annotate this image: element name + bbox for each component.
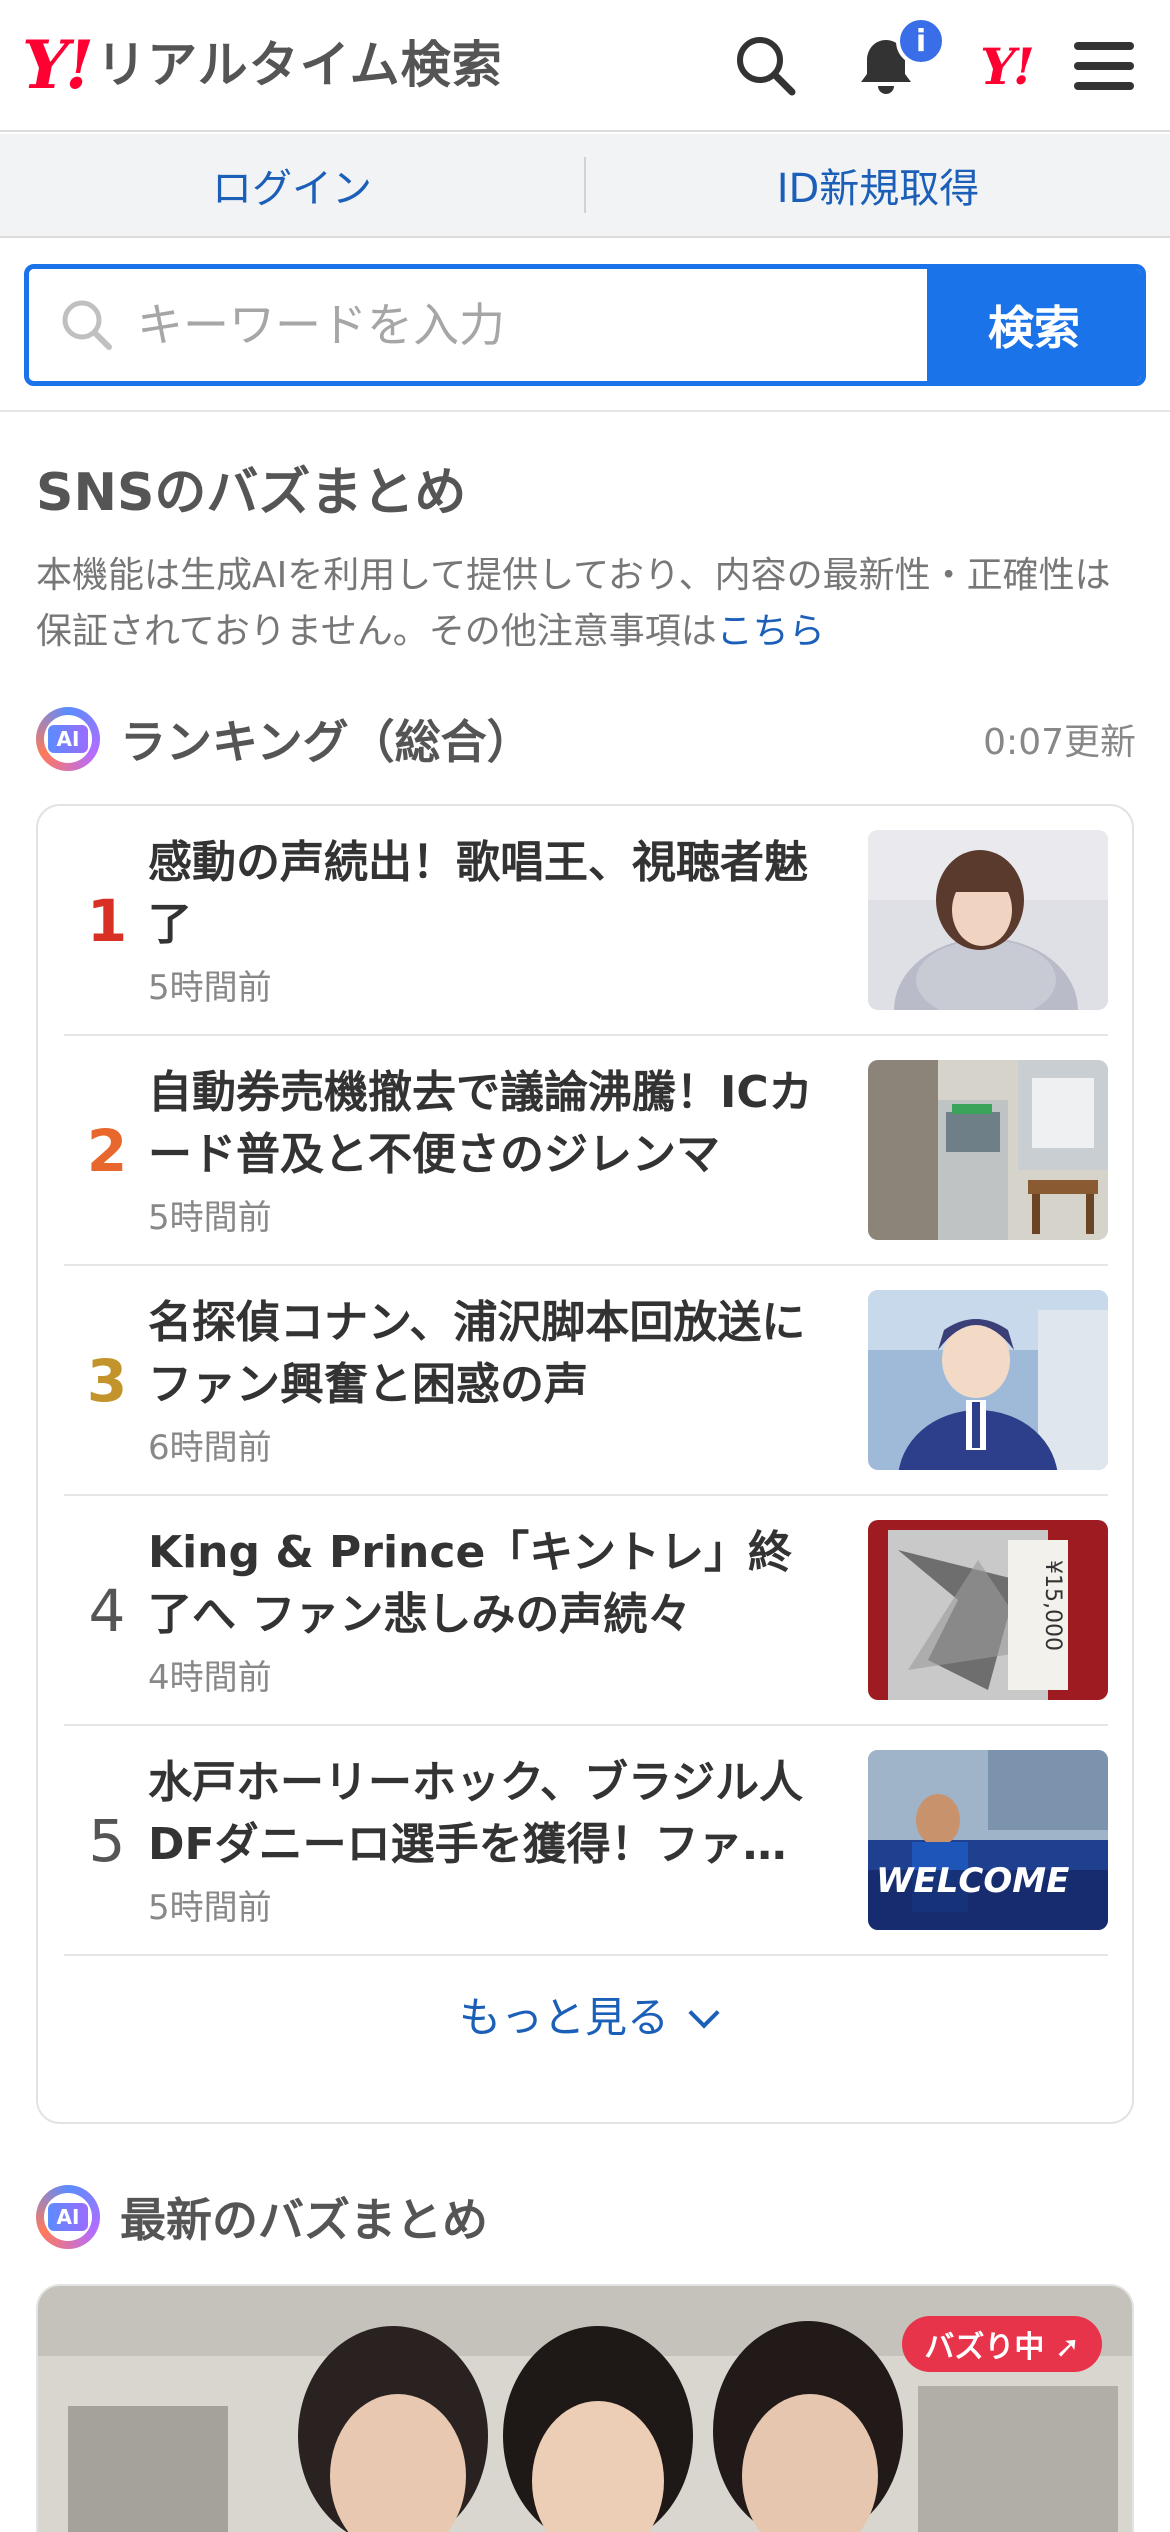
register-link[interactable]: ID新規取得 (586, 156, 1170, 214)
rank-time: 4時間前 (148, 1658, 272, 1698)
rank-title: 名探偵コナン、浦沢脚本回放送にファン興奮と困惑の声 (148, 1297, 806, 1410)
notice-link[interactable]: こちら (717, 611, 825, 652)
thumbnail-image: WELCOME (868, 1750, 1108, 1930)
ranking-item-4[interactable]: 4 King & Prince「キントレ」終了へ ファン悲しみの声続々 4時間前… (64, 1496, 1108, 1726)
divider (0, 410, 1170, 412)
thumbnail-image (868, 1290, 1108, 1470)
app-header: Y! リアルタイム検索 i Y! (0, 0, 1170, 132)
rank-number: 5 (88, 1807, 126, 1875)
more-button[interactable]: もっと見る (38, 1984, 1136, 2045)
search-button[interactable]: 検索 (927, 269, 1141, 381)
ai-notice: 本機能は生成AIを利用して提供しており、内容の最新性・正確性は保証されておりませ… (36, 548, 1136, 660)
rank-number: 1 (86, 887, 128, 955)
notification-badge: i (896, 16, 946, 66)
rank-number: 3 (86, 1347, 128, 1415)
latest-buzz-card[interactable]: バズり中 ➚ (36, 2284, 1134, 2532)
search-field-icon (62, 300, 112, 350)
section-title-sns: SNSのバズまとめ (36, 463, 467, 523)
search-box: 検索 (24, 264, 1146, 386)
yahoo-logo-mark: Y! (22, 26, 94, 104)
search-input[interactable] (137, 298, 837, 352)
ranking-title: ランキング（総合） (120, 715, 533, 769)
rank-time: 6時間前 (148, 1428, 272, 1468)
hamburger-menu-icon[interactable] (1064, 26, 1144, 106)
thumbnail-image: ¥15,000 (868, 1520, 1108, 1700)
buzz-badge-label: バズり中 (924, 2330, 1045, 2365)
ranking-card: 1 感動の声続出！歌唱王、視聴者魅了 5時間前 2 自動券売機撤去で議論沸騰！I… (36, 804, 1134, 2124)
rank-number: 2 (86, 1117, 128, 1185)
ai-notice-text: 本機能は生成AIを利用して提供しており、内容の最新性・正確性は保証されておりませ… (36, 555, 1111, 652)
thumbnail-image (868, 830, 1108, 1010)
rank-time: 5時間前 (148, 1888, 272, 1928)
welcome-text: WELCOME (876, 1861, 1069, 1901)
buzz-trending-badge: バズり中 ➚ (902, 2316, 1102, 2372)
yahoo-japan-icon[interactable]: Y! (966, 26, 1046, 106)
rank-time: 5時間前 (148, 968, 272, 1008)
ai-icon: AI (36, 707, 100, 771)
logo[interactable]: Y! リアルタイム検索 (22, 30, 503, 100)
ranking-header: AI ランキング（総合） 0:07更新 (36, 704, 1136, 774)
account-bar: ログイン ID新規取得 (0, 134, 1170, 238)
more-label: もっと見る (458, 1993, 669, 2042)
ai-icon-label: AI (48, 725, 88, 753)
rank-number: 4 (88, 1577, 126, 1645)
rank-title: 感動の声続出！歌唱王、視聴者魅了 (148, 837, 808, 950)
page-title: リアルタイム検索 (96, 36, 503, 94)
rank-title: 自動券売機撤去で議論沸騰！ICカード普及と不便さのジレンマ (148, 1067, 813, 1180)
rank-title: 水戸ホーリーホック、ブラジル人DFダニーロ選手を獲得！ファ… (148, 1757, 804, 1870)
ranking-updated: 0:07更新 (983, 722, 1136, 763)
search-field (29, 269, 927, 381)
ranking-item-2[interactable]: 2 自動券売機撤去で議論沸騰！ICカード普及と不便さのジレンマ 5時間前 (64, 1036, 1108, 1266)
chevron-down-icon (688, 1997, 720, 2029)
search-icon[interactable] (726, 26, 806, 106)
ai-icon: AI (36, 2185, 100, 2249)
yj-mark: Y! (980, 36, 1035, 96)
latest-title: 最新のバズまとめ (120, 2193, 488, 2247)
latest-header: AI 最新のバズまとめ (36, 2182, 1136, 2252)
ranking-item-5[interactable]: 5 水戸ホーリーホック、ブラジル人DFダニーロ選手を獲得！ファ… 5時間前 WE… (64, 1726, 1108, 1956)
rank-title: King & Prince「キントレ」終了へ ファン悲しみの声続々 (148, 1527, 792, 1640)
ranking-item-3[interactable]: 3 名探偵コナン、浦沢脚本回放送にファン興奮と困惑の声 6時間前 (64, 1266, 1108, 1496)
ranking-item-1[interactable]: 1 感動の声続出！歌唱王、視聴者魅了 5時間前 (64, 806, 1108, 1036)
price-tag: ¥15,000 (1040, 1560, 1065, 1651)
rank-time: 5時間前 (148, 1198, 272, 1238)
ai-icon-label: AI (48, 2203, 88, 2231)
thumbnail-image (868, 1060, 1108, 1240)
login-link[interactable]: ログイン (0, 156, 584, 214)
